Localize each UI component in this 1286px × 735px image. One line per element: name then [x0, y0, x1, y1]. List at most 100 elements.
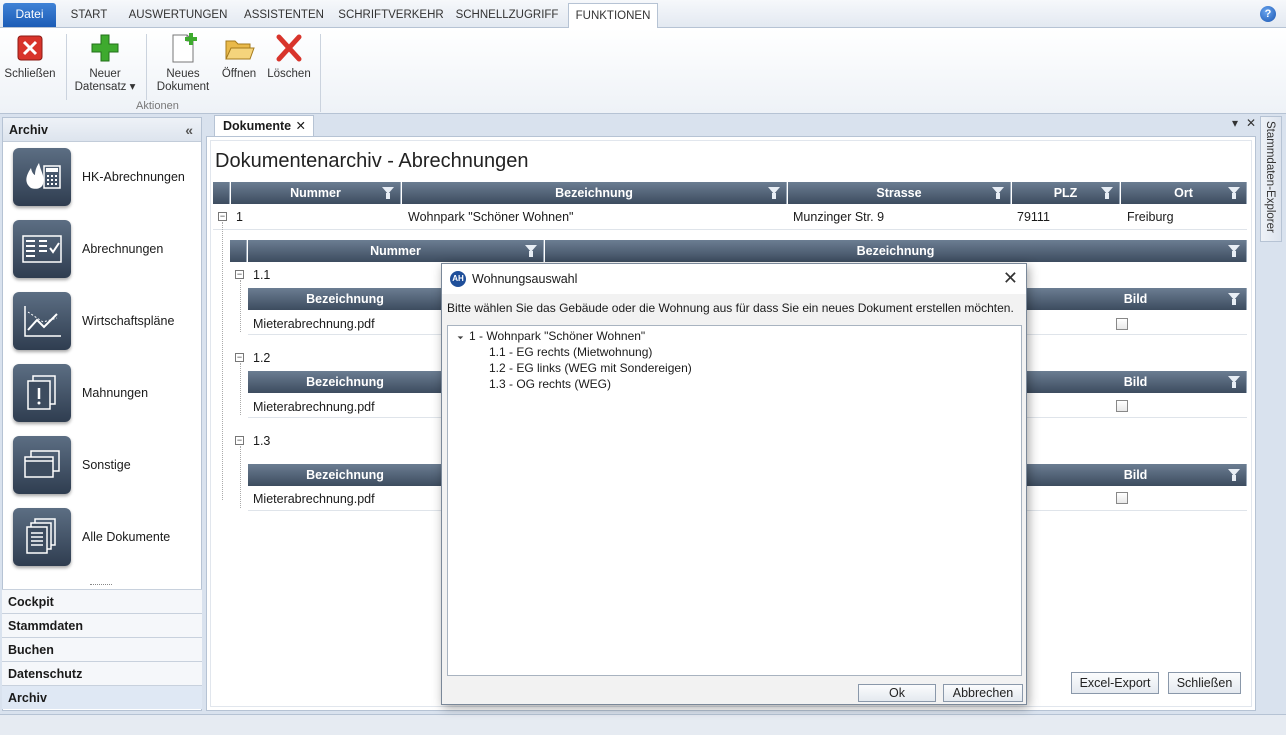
- filter-icon[interactable]: [768, 187, 780, 199]
- panel-splitter[interactable]: [90, 584, 112, 587]
- invoice-list-icon: [13, 220, 71, 278]
- nav-item-abrechnungen[interactable]: Abrechnungen: [11, 220, 196, 284]
- file-menu-tab[interactable]: Datei: [3, 3, 56, 27]
- new-record-button[interactable]: Neuer Datensatz ▾: [74, 32, 136, 94]
- filter-icon[interactable]: [1228, 469, 1240, 481]
- tab-schriftverkehr[interactable]: SCHRIFTVERKEHR: [336, 3, 446, 28]
- tree-node-unit[interactable]: 1.1 - EG rechts (Mietwohnung): [489, 345, 652, 359]
- cell-strasse[interactable]: Munzinger Str. 9: [787, 206, 884, 228]
- close-button-label: Schließen: [4, 68, 56, 80]
- nav-sections: Cockpit Stammdaten Buchen Datenschutz Ar…: [2, 589, 202, 709]
- unit-nummer[interactable]: 1.1: [247, 264, 270, 286]
- nav-section-stammdaten[interactable]: Stammdaten: [2, 613, 202, 637]
- filter-icon[interactable]: [1101, 187, 1113, 199]
- nav-item-alle-dokumente[interactable]: Alle Dokumente: [11, 508, 196, 572]
- filter-icon[interactable]: [382, 187, 394, 199]
- unit-collapse-icon[interactable]: −: [235, 436, 244, 445]
- nav-section-cockpit[interactable]: Cockpit: [2, 589, 202, 613]
- column-header-label: PLZ: [1053, 186, 1078, 200]
- tab-start[interactable]: START: [62, 3, 116, 28]
- filter-icon[interactable]: [1228, 187, 1240, 199]
- filter-icon[interactable]: [1228, 245, 1240, 257]
- row-collapse-icon[interactable]: −: [218, 212, 227, 221]
- open-button-label: Öffnen: [221, 68, 257, 80]
- app-logo-icon: AH: [450, 271, 466, 287]
- nav-section-buchen[interactable]: Buchen: [2, 637, 202, 661]
- nav-item-sonstige[interactable]: Sonstige: [11, 436, 196, 500]
- filter-icon[interactable]: [992, 187, 1004, 199]
- column-header-nummer[interactable]: Nummer: [231, 182, 401, 204]
- close-document-button[interactable]: Schließen: [1168, 672, 1241, 694]
- unit-nummer[interactable]: 1.3: [247, 430, 270, 452]
- row-divider: [248, 510, 443, 511]
- open-button[interactable]: Öffnen: [218, 32, 260, 81]
- row-divider: [1025, 510, 1247, 511]
- unit-collapse-icon[interactable]: −: [235, 270, 244, 279]
- document-file-name[interactable]: Mieterabrechnung.pdf: [247, 313, 375, 335]
- row-divider: [213, 229, 1247, 230]
- doc-column-header-bezeichnung[interactable]: Bezeichnung: [248, 464, 443, 486]
- nav-item-mahnungen[interactable]: Mahnungen: [11, 364, 196, 428]
- new-record-label-2: Datensatz ▾: [74, 81, 136, 93]
- nav-section-datenschutz[interactable]: Datenschutz: [2, 661, 202, 685]
- cell-nummer[interactable]: 1: [230, 206, 243, 228]
- dialog-close-icon[interactable]: ✕: [1003, 268, 1018, 288]
- doc-column-header-bezeichnung[interactable]: Bezeichnung: [248, 371, 443, 393]
- subgrid-column-header-bezeichnung[interactable]: Bezeichnung: [545, 240, 1247, 262]
- cell-bezeichnung[interactable]: Wohnpark "Schöner Wohnen": [402, 206, 573, 228]
- ribbon-group-label: Aktionen: [136, 100, 179, 112]
- column-header-ort[interactable]: Ort: [1121, 182, 1247, 204]
- help-icon[interactable]: ?: [1260, 6, 1276, 22]
- ok-button[interactable]: Ok: [858, 684, 936, 702]
- close-button[interactable]: Schließen: [4, 32, 56, 81]
- filter-icon[interactable]: [525, 245, 537, 257]
- cancel-button[interactable]: Abbrechen: [943, 684, 1023, 702]
- nav-item-wirtschaftsplaene[interactable]: Wirtschaftspläne: [11, 292, 196, 356]
- expand-triangle-icon[interactable]: [454, 330, 464, 340]
- subgrid-column-header-nummer[interactable]: Nummer: [248, 240, 544, 262]
- filter-icon[interactable]: [1228, 293, 1240, 305]
- excel-export-button[interactable]: Excel-Export: [1071, 672, 1159, 694]
- tab-assistenten[interactable]: ASSISTENTEN: [240, 3, 328, 28]
- tree-node-unit[interactable]: 1.3 - OG rechts (WEG): [489, 377, 611, 391]
- cell-plz[interactable]: 79111: [1011, 206, 1050, 228]
- nav-item-hk-abrechnungen[interactable]: HK-Abrechnungen: [11, 148, 196, 212]
- tab-dokumente[interactable]: Dokumente ✕: [214, 115, 314, 136]
- bild-checkbox[interactable]: [1116, 492, 1128, 504]
- column-header-strasse[interactable]: Strasse: [788, 182, 1011, 204]
- collapse-double-chevron-icon[interactable]: «: [185, 118, 193, 142]
- doc-column-header-bild[interactable]: Bild: [1025, 288, 1247, 310]
- tab-dropdown-icon[interactable]: ▾: [1232, 116, 1238, 130]
- doc-column-header-bild[interactable]: Bild: [1025, 464, 1247, 486]
- new-record-label-1: Neuer: [89, 68, 121, 80]
- bild-checkbox[interactable]: [1116, 318, 1128, 330]
- tab-funktionen[interactable]: FUNKTIONEN: [568, 3, 658, 29]
- tree-node-unit[interactable]: 1.2 - EG links (WEG mit Sondereigen): [489, 361, 692, 375]
- doc-column-header-bezeichnung[interactable]: Bezeichnung: [248, 288, 443, 310]
- column-header-label: Bezeichnung: [306, 292, 384, 306]
- close-document-icon[interactable]: ✕: [1246, 116, 1256, 130]
- cell-ort[interactable]: Freiburg: [1121, 206, 1174, 228]
- column-header-plz[interactable]: PLZ: [1012, 182, 1120, 204]
- tab-auswertungen[interactable]: AUSWERTUNGEN: [122, 3, 234, 28]
- unit-nummer[interactable]: 1.2: [247, 347, 270, 369]
- bild-checkbox[interactable]: [1116, 400, 1128, 412]
- filter-icon[interactable]: [1228, 376, 1240, 388]
- delete-button-label: Löschen: [267, 68, 311, 80]
- stammdaten-explorer-tab[interactable]: Stammdaten-Explorer: [1260, 116, 1282, 242]
- ribbon-separator: [146, 34, 147, 100]
- doc-column-header-bild[interactable]: Bild: [1025, 371, 1247, 393]
- document-file-name[interactable]: Mieterabrechnung.pdf: [247, 488, 375, 510]
- new-document-label-2: Dokument: [156, 81, 210, 93]
- close-tab-icon[interactable]: ✕: [296, 116, 306, 136]
- tab-schnellzugriff[interactable]: SCHNELLZUGRIFF: [452, 3, 562, 28]
- delete-button[interactable]: Löschen: [266, 32, 312, 81]
- nav-section-archiv[interactable]: Archiv: [2, 685, 202, 709]
- tree-guide-line: [240, 446, 241, 508]
- unit-collapse-icon[interactable]: −: [235, 353, 244, 362]
- document-file-name[interactable]: Mieterabrechnung.pdf: [247, 396, 375, 418]
- new-document-button[interactable]: Neues Dokument: [152, 32, 214, 94]
- column-header-bezeichnung[interactable]: Bezeichnung: [402, 182, 787, 204]
- column-header-label: Bild: [1123, 292, 1148, 306]
- row-divider: [1025, 334, 1247, 335]
